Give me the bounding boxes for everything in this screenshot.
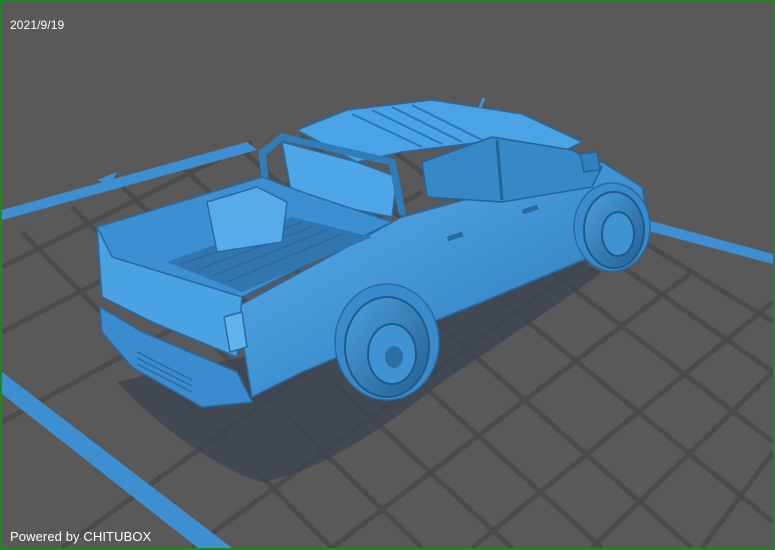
build-plate-scene	[2, 2, 773, 548]
date-label: 2021/9/19	[10, 18, 65, 32]
powered-by-watermark: Powered by CHITUBOX	[10, 529, 152, 544]
slicer-3d-viewport[interactable]: 2021/9/19 Powered by CHITUBOX	[0, 0, 775, 550]
truck-side-mirror	[579, 151, 601, 173]
